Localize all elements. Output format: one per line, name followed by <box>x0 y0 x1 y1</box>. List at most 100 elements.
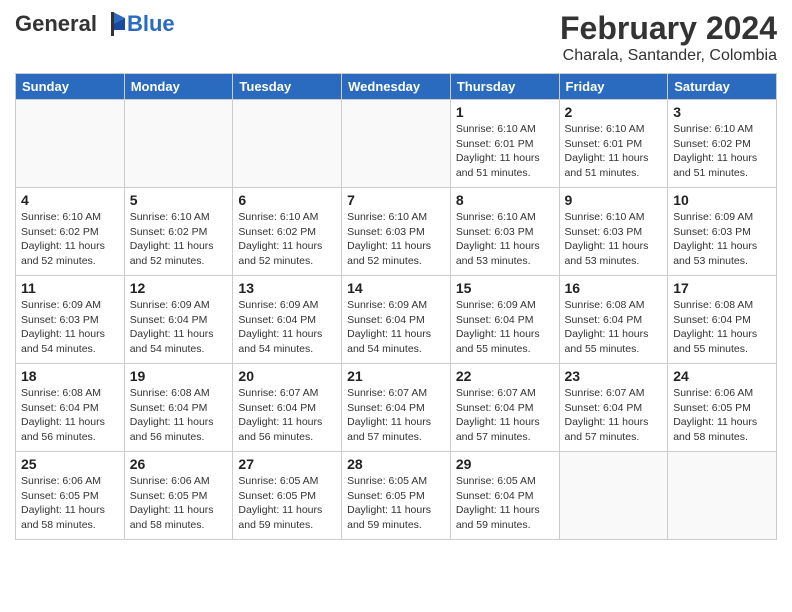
day-number: 19 <box>130 368 228 384</box>
day-of-week-header: Saturday <box>668 74 777 100</box>
day-info: Sunrise: 6:08 AM Sunset: 6:04 PM Dayligh… <box>673 298 771 357</box>
day-number: 3 <box>673 104 771 120</box>
day-info: Sunrise: 6:07 AM Sunset: 6:04 PM Dayligh… <box>456 386 554 445</box>
day-info: Sunrise: 6:10 AM Sunset: 6:01 PM Dayligh… <box>456 122 554 181</box>
day-info: Sunrise: 6:07 AM Sunset: 6:04 PM Dayligh… <box>238 386 336 445</box>
calendar-cell <box>559 452 668 540</box>
day-number: 26 <box>130 456 228 472</box>
day-info: Sunrise: 6:06 AM Sunset: 6:05 PM Dayligh… <box>673 386 771 445</box>
logo-flag-icon <box>99 10 127 38</box>
page-header: General Blue February 2024 Charala, Sant… <box>15 10 777 65</box>
day-number: 14 <box>347 280 445 296</box>
day-info: Sunrise: 6:09 AM Sunset: 6:03 PM Dayligh… <box>673 210 771 269</box>
day-number: 21 <box>347 368 445 384</box>
calendar-cell <box>342 100 451 188</box>
day-info: Sunrise: 6:05 AM Sunset: 6:04 PM Dayligh… <box>456 474 554 533</box>
day-of-week-header: Wednesday <box>342 74 451 100</box>
day-number: 23 <box>565 368 663 384</box>
day-number: 6 <box>238 192 336 208</box>
calendar-cell: 25Sunrise: 6:06 AM Sunset: 6:05 PM Dayli… <box>16 452 125 540</box>
calendar-cell: 2 Sunrise: 6:10 AM Sunset: 6:01 PM Daylig… <box>559 100 668 188</box>
day-number: 9 <box>565 192 663 208</box>
day-number: 2 <box>565 104 663 120</box>
calendar-cell: 3 Sunrise: 6:10 AM Sunset: 6:02 PM Daylig… <box>668 100 777 188</box>
calendar-week-row: 4 Sunrise: 6:10 AM Sunset: 6:02 PM Daylig… <box>16 188 777 276</box>
day-info: Sunrise: 6:10 AM Sunset: 6:03 PM Dayligh… <box>565 210 663 269</box>
day-info: Sunrise: 6:10 AM Sunset: 6:02 PM Dayligh… <box>673 122 771 181</box>
day-info: Sunrise: 6:10 AM Sunset: 6:01 PM Dayligh… <box>565 122 663 181</box>
day-number: 8 <box>456 192 554 208</box>
calendar-cell: 21 Sunrise: 6:07 AM Sunset: 6:04 PM Dayli… <box>342 364 451 452</box>
day-info: Sunrise: 6:07 AM Sunset: 6:04 PM Dayligh… <box>347 386 445 445</box>
calendar-cell: 11 Sunrise: 6:09 AM Sunset: 6:03 PM Dayli… <box>16 276 125 364</box>
day-info: Sunrise: 6:09 AM Sunset: 6:04 PM Dayligh… <box>238 298 336 357</box>
day-number: 1 <box>456 104 554 120</box>
calendar-cell: 19Sunrise: 6:08 AM Sunset: 6:04 PM Dayli… <box>124 364 233 452</box>
day-number: 17 <box>673 280 771 296</box>
calendar-cell: 26 Sunrise: 6:06 AM Sunset: 6:05 PM Dayli… <box>124 452 233 540</box>
day-of-week-header: Sunday <box>16 74 125 100</box>
day-number: 5 <box>130 192 228 208</box>
calendar-cell: 17 Sunrise: 6:08 AM Sunset: 6:04 PM Dayli… <box>668 276 777 364</box>
calendar-cell <box>124 100 233 188</box>
day-number: 25 <box>21 456 119 472</box>
day-info: Sunrise: 6:09 AM Sunset: 6:03 PM Dayligh… <box>21 298 119 357</box>
day-number: 27 <box>238 456 336 472</box>
day-number: 20 <box>238 368 336 384</box>
calendar-cell: 24 Sunrise: 6:06 AM Sunset: 6:05 PM Dayli… <box>668 364 777 452</box>
calendar-cell: 28Sunrise: 6:05 AM Sunset: 6:05 PM Dayli… <box>342 452 451 540</box>
calendar-week-row: 18 Sunrise: 6:08 AM Sunset: 6:04 PM Dayli… <box>16 364 777 452</box>
calendar-week-row: 11 Sunrise: 6:09 AM Sunset: 6:03 PM Dayli… <box>16 276 777 364</box>
calendar-cell: 13 Sunrise: 6:09 AM Sunset: 6:04 PM Dayli… <box>233 276 342 364</box>
calendar-cell: 29Sunrise: 6:05 AM Sunset: 6:04 PM Dayli… <box>450 452 559 540</box>
title-block: February 2024 Charala, Santander, Colomb… <box>560 10 777 65</box>
location-subtitle: Charala, Santander, Colombia <box>560 47 777 65</box>
day-of-week-header: Monday <box>124 74 233 100</box>
day-number: 11 <box>21 280 119 296</box>
day-info: Sunrise: 6:09 AM Sunset: 6:04 PM Dayligh… <box>456 298 554 357</box>
day-info: Sunrise: 6:08 AM Sunset: 6:04 PM Dayligh… <box>21 386 119 445</box>
day-number: 13 <box>238 280 336 296</box>
day-info: Sunrise: 6:07 AM Sunset: 6:04 PM Dayligh… <box>565 386 663 445</box>
day-info: Sunrise: 6:10 AM Sunset: 6:02 PM Dayligh… <box>130 210 228 269</box>
day-of-week-header: Tuesday <box>233 74 342 100</box>
calendar-cell: 27 Sunrise: 6:05 AM Sunset: 6:05 PM Dayli… <box>233 452 342 540</box>
day-info: Sunrise: 6:08 AM Sunset: 6:04 PM Dayligh… <box>565 298 663 357</box>
day-number: 24 <box>673 368 771 384</box>
day-info: Sunrise: 6:05 AM Sunset: 6:05 PM Dayligh… <box>238 474 336 533</box>
calendar-cell: 10 Sunrise: 6:09 AM Sunset: 6:03 PM Dayli… <box>668 188 777 276</box>
calendar-cell: 1 Sunrise: 6:10 AM Sunset: 6:01 PM Daylig… <box>450 100 559 188</box>
day-info: Sunrise: 6:10 AM Sunset: 6:02 PM Dayligh… <box>21 210 119 269</box>
day-number: 18 <box>21 368 119 384</box>
day-of-week-header: Friday <box>559 74 668 100</box>
logo-blue-text: Blue <box>127 11 175 37</box>
calendar-header-row: SundayMondayTuesdayWednesdayThursdayFrid… <box>16 74 777 100</box>
day-number: 12 <box>130 280 228 296</box>
calendar-cell: 5 Sunrise: 6:10 AM Sunset: 6:02 PM Daylig… <box>124 188 233 276</box>
calendar-cell: 15Sunrise: 6:09 AM Sunset: 6:04 PM Dayli… <box>450 276 559 364</box>
day-info: Sunrise: 6:10 AM Sunset: 6:03 PM Dayligh… <box>456 210 554 269</box>
month-year-title: February 2024 <box>560 10 777 47</box>
day-info: Sunrise: 6:10 AM Sunset: 6:02 PM Dayligh… <box>238 210 336 269</box>
calendar-cell: 7Sunrise: 6:10 AM Sunset: 6:03 PM Daylig… <box>342 188 451 276</box>
calendar-cell: 9 Sunrise: 6:10 AM Sunset: 6:03 PM Daylig… <box>559 188 668 276</box>
calendar-cell: 12 Sunrise: 6:09 AM Sunset: 6:04 PM Dayli… <box>124 276 233 364</box>
day-info: Sunrise: 6:09 AM Sunset: 6:04 PM Dayligh… <box>130 298 228 357</box>
calendar-cell: 16Sunrise: 6:08 AM Sunset: 6:04 PM Dayli… <box>559 276 668 364</box>
calendar-table: SundayMondayTuesdayWednesdayThursdayFrid… <box>15 73 777 540</box>
calendar-cell: 23 Sunrise: 6:07 AM Sunset: 6:04 PM Dayli… <box>559 364 668 452</box>
calendar-week-row: 1 Sunrise: 6:10 AM Sunset: 6:01 PM Daylig… <box>16 100 777 188</box>
day-number: 10 <box>673 192 771 208</box>
day-info: Sunrise: 6:09 AM Sunset: 6:04 PM Dayligh… <box>347 298 445 357</box>
day-number: 28 <box>347 456 445 472</box>
calendar-cell: 6 Sunrise: 6:10 AM Sunset: 6:02 PM Daylig… <box>233 188 342 276</box>
day-number: 22 <box>456 368 554 384</box>
calendar-cell <box>233 100 342 188</box>
calendar-cell: 14 Sunrise: 6:09 AM Sunset: 6:04 PM Dayli… <box>342 276 451 364</box>
calendar-cell: 8 Sunrise: 6:10 AM Sunset: 6:03 PM Daylig… <box>450 188 559 276</box>
calendar-week-row: 25 Sunrise: 6:06 AM Sunset: 6:05 PM Dayli… <box>16 452 777 540</box>
day-info: Sunrise: 6:06 AM Sunset: 6:05 PM Dayligh… <box>130 474 228 533</box>
day-number: 4 <box>21 192 119 208</box>
calendar-cell <box>16 100 125 188</box>
logo-general-text: General <box>15 11 97 37</box>
